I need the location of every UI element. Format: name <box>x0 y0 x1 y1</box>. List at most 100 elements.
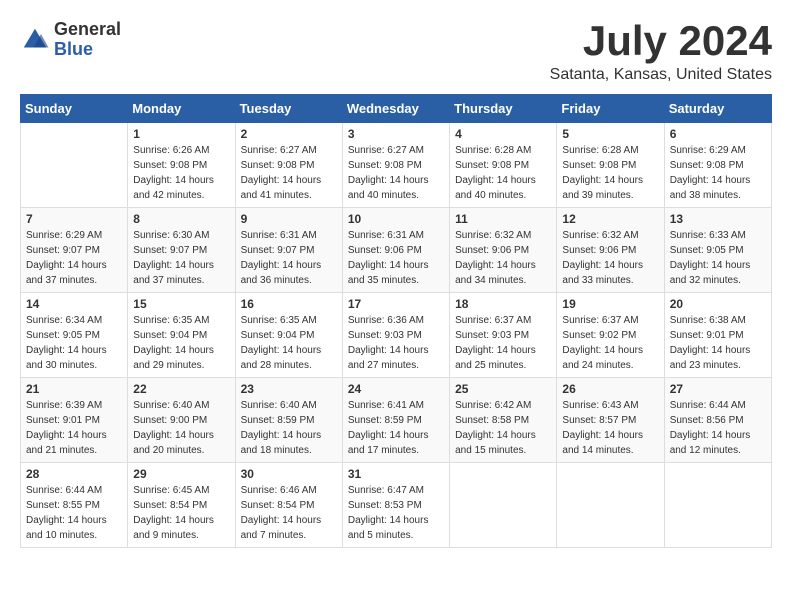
logo-general: General <box>54 20 121 40</box>
calendar-cell-w3-d4: 17 Sunrise: 6:36 AMSunset: 9:03 PMDaylig… <box>342 293 449 378</box>
day-info: Sunrise: 6:32 AMSunset: 9:06 PMDaylight:… <box>562 230 643 286</box>
calendar-cell-w3-d7: 20 Sunrise: 6:38 AMSunset: 9:01 PMDaylig… <box>664 293 771 378</box>
calendar-cell-w4-d4: 24 Sunrise: 6:41 AMSunset: 8:59 PMDaylig… <box>342 378 449 463</box>
day-number: 21 <box>26 382 122 396</box>
day-number: 23 <box>241 382 337 396</box>
header-thursday: Thursday <box>450 95 557 123</box>
calendar-cell-w2-d7: 13 Sunrise: 6:33 AMSunset: 9:05 PMDaylig… <box>664 208 771 293</box>
calendar-cell-w3-d3: 16 Sunrise: 6:35 AMSunset: 9:04 PMDaylig… <box>235 293 342 378</box>
title-area: July 2024 Satanta, Kansas, United States <box>550 20 772 84</box>
day-number: 17 <box>348 297 444 311</box>
day-number: 30 <box>241 467 337 481</box>
calendar-cell-w4-d5: 25 Sunrise: 6:42 AMSunset: 8:58 PMDaylig… <box>450 378 557 463</box>
day-number: 29 <box>133 467 229 481</box>
day-info: Sunrise: 6:35 AMSunset: 9:04 PMDaylight:… <box>133 315 214 371</box>
header-monday: Monday <box>128 95 235 123</box>
calendar-cell-w4-d7: 27 Sunrise: 6:44 AMSunset: 8:56 PMDaylig… <box>664 378 771 463</box>
calendar-cell-w5-d2: 29 Sunrise: 6:45 AMSunset: 8:54 PMDaylig… <box>128 463 235 548</box>
day-info: Sunrise: 6:32 AMSunset: 9:06 PMDaylight:… <box>455 230 536 286</box>
day-info: Sunrise: 6:44 AMSunset: 8:56 PMDaylight:… <box>670 400 751 456</box>
day-info: Sunrise: 6:37 AMSunset: 9:02 PMDaylight:… <box>562 315 643 371</box>
calendar-week-5: 28 Sunrise: 6:44 AMSunset: 8:55 PMDaylig… <box>21 463 772 548</box>
day-info: Sunrise: 6:35 AMSunset: 9:04 PMDaylight:… <box>241 315 322 371</box>
calendar-cell-w5-d6 <box>557 463 664 548</box>
calendar-cell-w1-d4: 3 Sunrise: 6:27 AMSunset: 9:08 PMDayligh… <box>342 123 449 208</box>
day-info: Sunrise: 6:40 AMSunset: 8:59 PMDaylight:… <box>241 400 322 456</box>
day-info: Sunrise: 6:27 AMSunset: 9:08 PMDaylight:… <box>348 145 429 201</box>
day-number: 25 <box>455 382 551 396</box>
calendar: Sunday Monday Tuesday Wednesday Thursday… <box>20 94 772 548</box>
calendar-cell-w4-d3: 23 Sunrise: 6:40 AMSunset: 8:59 PMDaylig… <box>235 378 342 463</box>
day-number: 7 <box>26 212 122 226</box>
day-info: Sunrise: 6:28 AMSunset: 9:08 PMDaylight:… <box>562 145 643 201</box>
header-sunday: Sunday <box>21 95 128 123</box>
logo-blue: Blue <box>54 40 121 60</box>
calendar-week-1: 1 Sunrise: 6:26 AMSunset: 9:08 PMDayligh… <box>21 123 772 208</box>
day-number: 11 <box>455 212 551 226</box>
day-number: 27 <box>670 382 766 396</box>
calendar-cell-w5-d5 <box>450 463 557 548</box>
day-number: 26 <box>562 382 658 396</box>
header-tuesday: Tuesday <box>235 95 342 123</box>
day-number: 22 <box>133 382 229 396</box>
main-title: July 2024 <box>550 20 772 62</box>
calendar-cell-w5-d3: 30 Sunrise: 6:46 AMSunset: 8:54 PMDaylig… <box>235 463 342 548</box>
calendar-cell-w2-d3: 9 Sunrise: 6:31 AMSunset: 9:07 PMDayligh… <box>235 208 342 293</box>
day-info: Sunrise: 6:31 AMSunset: 9:06 PMDaylight:… <box>348 230 429 286</box>
day-info: Sunrise: 6:41 AMSunset: 8:59 PMDaylight:… <box>348 400 429 456</box>
day-number: 9 <box>241 212 337 226</box>
day-info: Sunrise: 6:30 AMSunset: 9:07 PMDaylight:… <box>133 230 214 286</box>
calendar-week-3: 14 Sunrise: 6:34 AMSunset: 9:05 PMDaylig… <box>21 293 772 378</box>
calendar-cell-w1-d2: 1 Sunrise: 6:26 AMSunset: 9:08 PMDayligh… <box>128 123 235 208</box>
day-info: Sunrise: 6:29 AMSunset: 9:07 PMDaylight:… <box>26 230 107 286</box>
logo-icon <box>20 25 50 55</box>
calendar-cell-w2-d1: 7 Sunrise: 6:29 AMSunset: 9:07 PMDayligh… <box>21 208 128 293</box>
day-number: 12 <box>562 212 658 226</box>
day-number: 24 <box>348 382 444 396</box>
calendar-header-row: Sunday Monday Tuesday Wednesday Thursday… <box>21 95 772 123</box>
day-number: 2 <box>241 127 337 141</box>
day-number: 10 <box>348 212 444 226</box>
day-number: 5 <box>562 127 658 141</box>
day-info: Sunrise: 6:31 AMSunset: 9:07 PMDaylight:… <box>241 230 322 286</box>
day-number: 16 <box>241 297 337 311</box>
calendar-cell-w3-d6: 19 Sunrise: 6:37 AMSunset: 9:02 PMDaylig… <box>557 293 664 378</box>
logo: General Blue <box>20 20 121 60</box>
calendar-cell-w3-d1: 14 Sunrise: 6:34 AMSunset: 9:05 PMDaylig… <box>21 293 128 378</box>
logo-text: General Blue <box>54 20 121 60</box>
day-number: 3 <box>348 127 444 141</box>
calendar-cell-w1-d7: 6 Sunrise: 6:29 AMSunset: 9:08 PMDayligh… <box>664 123 771 208</box>
day-info: Sunrise: 6:38 AMSunset: 9:01 PMDaylight:… <box>670 315 751 371</box>
calendar-cell-w5-d4: 31 Sunrise: 6:47 AMSunset: 8:53 PMDaylig… <box>342 463 449 548</box>
calendar-cell-w4-d2: 22 Sunrise: 6:40 AMSunset: 9:00 PMDaylig… <box>128 378 235 463</box>
day-number: 31 <box>348 467 444 481</box>
day-number: 6 <box>670 127 766 141</box>
calendar-week-4: 21 Sunrise: 6:39 AMSunset: 9:01 PMDaylig… <box>21 378 772 463</box>
calendar-cell-w1-d1 <box>21 123 128 208</box>
day-info: Sunrise: 6:42 AMSunset: 8:58 PMDaylight:… <box>455 400 536 456</box>
day-number: 8 <box>133 212 229 226</box>
day-number: 14 <box>26 297 122 311</box>
header: General Blue July 2024 Satanta, Kansas, … <box>20 20 772 84</box>
day-number: 15 <box>133 297 229 311</box>
day-info: Sunrise: 6:46 AMSunset: 8:54 PMDaylight:… <box>241 485 322 541</box>
day-number: 13 <box>670 212 766 226</box>
header-friday: Friday <box>557 95 664 123</box>
day-info: Sunrise: 6:37 AMSunset: 9:03 PMDaylight:… <box>455 315 536 371</box>
day-info: Sunrise: 6:40 AMSunset: 9:00 PMDaylight:… <box>133 400 214 456</box>
day-info: Sunrise: 6:36 AMSunset: 9:03 PMDaylight:… <box>348 315 429 371</box>
day-info: Sunrise: 6:33 AMSunset: 9:05 PMDaylight:… <box>670 230 751 286</box>
calendar-cell-w5-d1: 28 Sunrise: 6:44 AMSunset: 8:55 PMDaylig… <box>21 463 128 548</box>
calendar-cell-w1-d6: 5 Sunrise: 6:28 AMSunset: 9:08 PMDayligh… <box>557 123 664 208</box>
day-info: Sunrise: 6:27 AMSunset: 9:08 PMDaylight:… <box>241 145 322 201</box>
header-saturday: Saturday <box>664 95 771 123</box>
subtitle: Satanta, Kansas, United States <box>550 66 772 84</box>
day-number: 1 <box>133 127 229 141</box>
header-wednesday: Wednesday <box>342 95 449 123</box>
day-number: 19 <box>562 297 658 311</box>
calendar-cell-w1-d3: 2 Sunrise: 6:27 AMSunset: 9:08 PMDayligh… <box>235 123 342 208</box>
day-info: Sunrise: 6:34 AMSunset: 9:05 PMDaylight:… <box>26 315 107 371</box>
day-info: Sunrise: 6:45 AMSunset: 8:54 PMDaylight:… <box>133 485 214 541</box>
day-info: Sunrise: 6:26 AMSunset: 9:08 PMDaylight:… <box>133 145 214 201</box>
day-info: Sunrise: 6:44 AMSunset: 8:55 PMDaylight:… <box>26 485 107 541</box>
